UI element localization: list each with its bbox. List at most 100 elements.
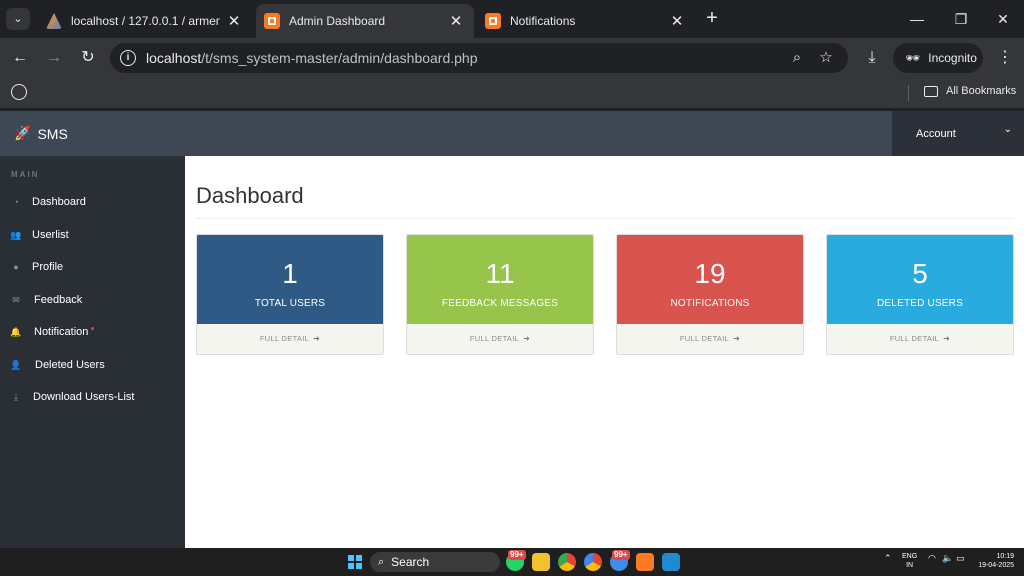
full-detail-link[interactable]: FULL DETAIL ➜ bbox=[407, 324, 593, 354]
close-icon[interactable]: ✕ bbox=[226, 12, 242, 30]
browser-toolbar: ← → ↻ i localhost/t/sms_system-master/ad… bbox=[0, 38, 1024, 78]
forward-button[interactable]: → bbox=[44, 48, 64, 68]
close-icon[interactable]: ✕ bbox=[669, 12, 685, 30]
sidebar-item-label: Deleted Users bbox=[35, 359, 105, 371]
stat-value: 11 bbox=[485, 258, 515, 289]
url-host: localhost bbox=[146, 50, 202, 66]
full-detail-link[interactable]: FULL DETAIL ➜ bbox=[197, 324, 383, 354]
restore-button[interactable]: ❐ bbox=[946, 8, 976, 30]
search-icon: ⌕ bbox=[378, 555, 385, 568]
notification-badge: 99+ bbox=[508, 550, 526, 560]
windows-start-icon[interactable] bbox=[348, 555, 362, 569]
arrow-right-icon: ➜ bbox=[943, 334, 951, 343]
sidebar-item-label: Feedback bbox=[34, 294, 83, 306]
wifi-icon[interactable]: ◠ bbox=[928, 553, 936, 564]
window-close-button[interactable]: ✕ bbox=[988, 8, 1018, 30]
all-bookmarks-button[interactable]: All Bookmarks bbox=[924, 85, 1016, 97]
unread-dot bbox=[91, 326, 95, 330]
bookmarks-bar: All Bookmarks bbox=[0, 78, 1024, 108]
stat-label: FEEDBACK MESSAGES bbox=[441, 298, 559, 309]
download-icon[interactable]: ⤓ bbox=[862, 48, 882, 68]
sidebar-item-notification[interactable]: 🔔 Notification bbox=[0, 320, 185, 344]
notification-badge: 99+ bbox=[612, 550, 630, 560]
xampp-icon[interactable] bbox=[636, 553, 654, 571]
menu-icon[interactable]: ⋮ bbox=[995, 48, 1015, 68]
stat-card-deleted-users: 5 DELETED USERS FULL DETAIL ➜ bbox=[826, 234, 1014, 355]
bookmark-star-icon[interactable]: ☆ bbox=[817, 49, 835, 67]
battery-icon[interactable]: ▭ bbox=[956, 553, 965, 564]
tab-title: Notifications bbox=[510, 14, 576, 28]
chevron-up-icon[interactable]: ⌃ bbox=[884, 553, 892, 564]
back-button[interactable]: ← bbox=[10, 48, 30, 68]
full-detail-label: FULL DETAIL bbox=[469, 334, 520, 343]
tab-title: localhost / 127.0.0.1 / armentum / bbox=[71, 14, 220, 28]
close-icon[interactable]: ✕ bbox=[448, 12, 464, 30]
vscode-icon[interactable] bbox=[662, 553, 680, 571]
sidebar-item-deleted-users[interactable]: 👤 Deleted Users bbox=[0, 353, 185, 377]
sidebar-item-profile[interactable]: ● Profile bbox=[0, 255, 185, 279]
user-times-icon: 👤 bbox=[10, 359, 22, 370]
site-info-icon[interactable]: i bbox=[120, 50, 136, 66]
dashboard-icon: ◔ bbox=[13, 197, 19, 207]
sidebar: MAIN ◔ Dashboard 👥 Userlist ● Profile ✉ … bbox=[0, 156, 185, 548]
clock-time: 10:19 bbox=[996, 553, 1014, 560]
stat-value: 19 bbox=[694, 258, 726, 289]
url-path: /t/sms_system-master/admin/dashboard.php bbox=[201, 50, 478, 66]
reload-button[interactable]: ↻ bbox=[78, 48, 98, 68]
stat-label: TOTAL USERS bbox=[254, 298, 326, 309]
stat-value: 5 bbox=[912, 258, 928, 289]
stat-card-body: 1 TOTAL USERS bbox=[197, 235, 383, 324]
sidebar-item-feedback[interactable]: ✉ Feedback bbox=[0, 288, 185, 312]
language-code: ENG bbox=[902, 553, 918, 560]
taskbar-search[interactable]: ⌕ Search bbox=[370, 552, 500, 572]
sidebar-item-download-users-list[interactable]: ⤓ Download Users-List bbox=[0, 385, 185, 409]
sidebar-item-userlist[interactable]: 👥 Userlist bbox=[0, 223, 185, 247]
stat-card-total-users: 1 TOTAL USERS FULL DETAIL ➜ bbox=[196, 234, 384, 355]
user-icon: ● bbox=[13, 262, 19, 272]
download-icon: ⤓ bbox=[14, 391, 18, 402]
tab-admin-dashboard[interactable]: Admin Dashboard ✕ bbox=[256, 4, 474, 38]
all-bookmarks-label: All Bookmarks bbox=[946, 85, 1017, 97]
incognito-icon: 🕶 bbox=[905, 51, 921, 65]
zoom-icon[interactable]: ⌕ bbox=[788, 49, 806, 67]
chrome-profile-icon[interactable] bbox=[584, 553, 602, 571]
stat-card-feedback-messages: 11 FEEDBACK MESSAGES FULL DETAIL ➜ bbox=[406, 234, 594, 355]
incognito-label: Incognito bbox=[928, 51, 977, 65]
minimize-button[interactable]: — bbox=[902, 8, 932, 30]
rocket-icon: 🚀 bbox=[14, 125, 32, 141]
address-bar[interactable]: i localhost/t/sms_system-master/admin/da… bbox=[110, 43, 848, 73]
xampp-icon bbox=[264, 13, 280, 29]
full-detail-label: FULL DETAIL bbox=[259, 334, 310, 343]
brand-link[interactable]: 🚀 SMS bbox=[14, 125, 68, 142]
tab-title: Admin Dashboard bbox=[289, 14, 386, 28]
file-explorer-icon[interactable] bbox=[532, 553, 550, 571]
account-dropdown[interactable]: Account ⌄ bbox=[892, 111, 1024, 156]
new-tab-button[interactable]: + bbox=[702, 8, 722, 28]
language-indicator[interactable]: ENG IN bbox=[902, 552, 917, 570]
full-detail-link[interactable]: FULL DETAIL ➜ bbox=[617, 324, 803, 354]
globe-icon[interactable] bbox=[11, 84, 27, 100]
stat-card-body: 11 FEEDBACK MESSAGES bbox=[407, 235, 593, 324]
incognito-button[interactable]: 🕶 Incognito bbox=[893, 43, 983, 73]
tab-notifications[interactable]: Notifications ✕ bbox=[477, 4, 695, 38]
brand-label: SMS bbox=[37, 125, 68, 142]
tab-phpmyadmin[interactable]: localhost / 127.0.0.1 / armentum / ✕ bbox=[38, 4, 252, 38]
region-code: IN bbox=[906, 562, 914, 569]
phpmyadmin-icon bbox=[46, 13, 62, 29]
full-detail-link[interactable]: FULL DETAIL ➜ bbox=[827, 324, 1013, 354]
sidebar-item-label: Download Users-List bbox=[33, 391, 135, 403]
url-text[interactable]: localhost/t/sms_system-master/admin/dash… bbox=[146, 50, 478, 66]
clock[interactable]: 10:19 19-04-2025 bbox=[974, 552, 1014, 570]
account-label: Account bbox=[916, 128, 956, 140]
taskbar: ⌕ Search 99+ 99+ ⌃ ENG IN ◠ 🔈 ▭ 10:19 19… bbox=[0, 548, 1024, 576]
sidebar-item-dashboard[interactable]: ◔ Dashboard bbox=[0, 190, 185, 214]
chrome-icon[interactable] bbox=[558, 553, 576, 571]
sidebar-item-label: Notification bbox=[34, 326, 89, 338]
sidebar-item-label: Userlist bbox=[32, 229, 69, 241]
volume-icon[interactable]: 🔈 bbox=[942, 553, 953, 564]
tab-search-button[interactable]: ⌄ bbox=[6, 8, 30, 30]
stat-card-body: 5 DELETED USERS bbox=[827, 235, 1013, 324]
arrow-right-icon: ➜ bbox=[523, 334, 531, 343]
page-title: Dashboard bbox=[196, 183, 304, 208]
sidebar-item-label: Dashboard bbox=[32, 196, 86, 208]
